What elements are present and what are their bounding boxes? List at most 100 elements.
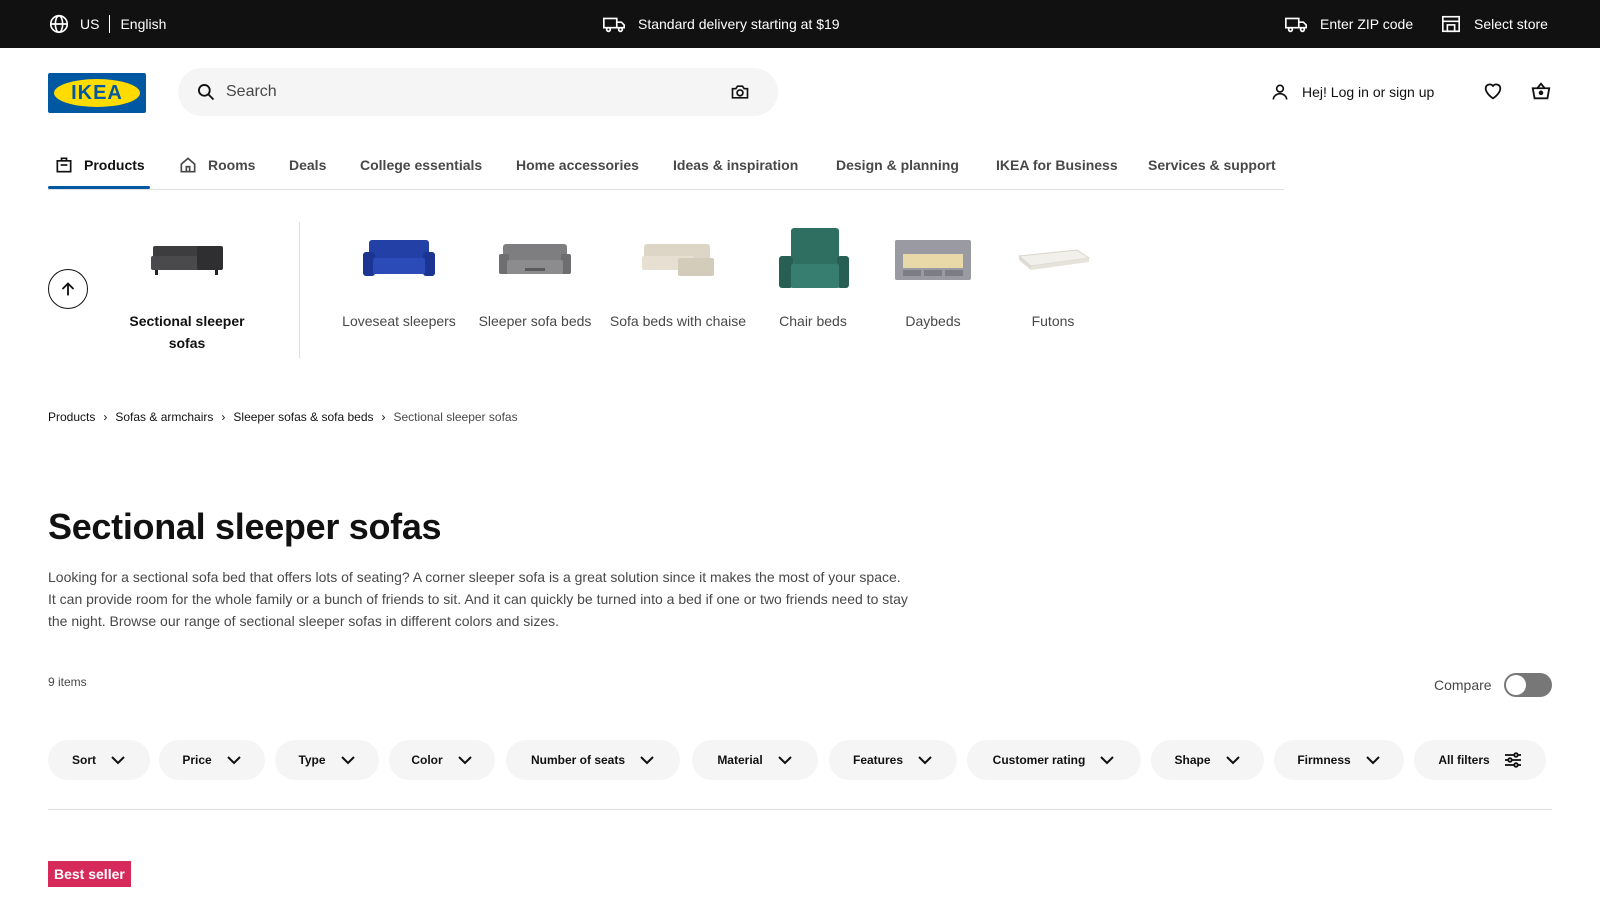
back-up-button[interactable] bbox=[48, 269, 88, 309]
category-label: Sofa beds with chaise bbox=[609, 313, 747, 329]
category-current-label: Sectional sleeper sofas bbox=[129, 313, 245, 351]
breadcrumb-link[interactable]: Products bbox=[48, 410, 95, 424]
category-sofa-beds-with-chaise[interactable]: Sofa beds with chaise bbox=[603, 228, 753, 332]
breadcrumb-link[interactable]: Sleeper sofas & sofa beds bbox=[233, 410, 373, 424]
heart-icon[interactable] bbox=[1482, 80, 1504, 102]
country-code: US bbox=[80, 16, 100, 32]
filter-number-of-seats[interactable]: Number of seats bbox=[506, 740, 680, 780]
chevron-down-icon bbox=[777, 755, 793, 765]
store-icon bbox=[1440, 14, 1462, 34]
filter-features[interactable]: Features bbox=[829, 740, 957, 780]
breadcrumb: Products › Sofas & armchairs › Sleeper s… bbox=[48, 408, 518, 426]
tab-ikea-for-business[interactable]: IKEA for Business bbox=[996, 140, 1118, 189]
search-icon bbox=[196, 82, 216, 102]
filter-label: Type bbox=[298, 753, 326, 767]
category-label: Sleeper sofa beds bbox=[478, 313, 592, 329]
locale-selector[interactable]: US English bbox=[48, 0, 166, 48]
chevron-down-icon bbox=[340, 755, 356, 765]
zip-code-label: Enter ZIP code bbox=[1320, 16, 1414, 32]
tab-services-support[interactable]: Services & support bbox=[1148, 140, 1276, 189]
tab-home-accessories[interactable]: Home accessories bbox=[516, 140, 639, 189]
compare-label: Compare bbox=[1434, 677, 1492, 693]
main-nav: Products Rooms Deals College essentials … bbox=[48, 140, 1284, 190]
chevron-down-icon bbox=[226, 755, 242, 765]
tab-products-label: Products bbox=[84, 156, 145, 173]
tab-products[interactable]: Products bbox=[54, 140, 145, 189]
login-label: Hej! Log in or sign up bbox=[1302, 84, 1435, 100]
chevron-down-icon bbox=[1099, 755, 1115, 765]
filter-label: Sort bbox=[72, 753, 96, 767]
chevron-down-icon bbox=[917, 755, 933, 765]
tab-design-planning-label: Design & planning bbox=[836, 156, 959, 173]
chevron-down-icon bbox=[1365, 755, 1381, 765]
chevron-down-icon bbox=[1225, 755, 1241, 765]
tab-rooms-label: Rooms bbox=[208, 156, 256, 173]
truck-icon bbox=[602, 14, 626, 34]
language-label: English bbox=[120, 16, 167, 32]
locale-separator bbox=[109, 15, 111, 33]
select-store-label: Select store bbox=[1474, 16, 1548, 32]
filter-label: Shape bbox=[1174, 753, 1211, 767]
compare-toggle[interactable]: Compare bbox=[1434, 672, 1552, 698]
filter-type[interactable]: Type bbox=[275, 740, 379, 780]
delivery-text: Standard delivery starting at $19 bbox=[638, 16, 840, 32]
sectional-sofa-thumbnail bbox=[151, 246, 223, 275]
tab-design-planning[interactable]: Design & planning bbox=[836, 140, 959, 189]
filter-label: Color bbox=[411, 753, 443, 767]
chair-bed-thumbnail bbox=[779, 228, 849, 288]
category-loveseat-sleepers[interactable]: Loveseat sleepers bbox=[324, 228, 474, 332]
filter-color[interactable]: Color bbox=[389, 740, 495, 780]
daybed-thumbnail bbox=[895, 240, 971, 280]
arrow-up-icon bbox=[57, 278, 79, 300]
filter-all-filters[interactable]: All filters bbox=[1414, 740, 1546, 780]
globe-icon bbox=[48, 13, 70, 35]
filter-sort[interactable]: Sort bbox=[48, 740, 150, 780]
login-button[interactable]: Hej! Log in or sign up bbox=[1270, 78, 1434, 106]
sleeper-sofa-thumbnail bbox=[499, 244, 571, 274]
filter-firmness[interactable]: Firmness bbox=[1274, 740, 1404, 780]
filter-label: Firmness bbox=[1297, 753, 1351, 767]
filter-price[interactable]: Price bbox=[159, 740, 265, 780]
ikea-logo[interactable]: IKEA bbox=[48, 73, 146, 113]
filter-label: Features bbox=[852, 753, 904, 767]
search-bar[interactable] bbox=[178, 68, 778, 116]
search-input[interactable] bbox=[226, 76, 726, 108]
camera-search-icon[interactable] bbox=[728, 80, 752, 104]
filter-shape[interactable]: Shape bbox=[1151, 740, 1264, 780]
page-description: Looking for a sectional sofa bed that of… bbox=[48, 569, 908, 629]
switch-knob bbox=[1505, 675, 1526, 695]
tab-ideas-inspiration[interactable]: Ideas & inspiration bbox=[673, 140, 798, 189]
tab-services-support-label: Services & support bbox=[1148, 156, 1276, 173]
page-title: Sectional sleeper sofas bbox=[48, 506, 442, 547]
filter-label: All filters bbox=[1438, 753, 1490, 767]
filter-customer-rating[interactable]: Customer rating bbox=[967, 740, 1141, 780]
truck-icon bbox=[1284, 14, 1308, 34]
shopping-bag-icon[interactable] bbox=[1530, 80, 1552, 102]
chevron-right-icon: › bbox=[221, 410, 226, 424]
category-divider bbox=[299, 222, 300, 358]
tab-deals[interactable]: Deals bbox=[289, 140, 326, 189]
user-icon bbox=[1270, 82, 1290, 102]
tab-college-essentials[interactable]: College essentials bbox=[360, 140, 482, 189]
filter-label: Number of seats bbox=[530, 753, 626, 767]
breadcrumb-link[interactable]: Sofas & armchairs bbox=[115, 410, 213, 424]
delivery-banner[interactable]: Standard delivery starting at $19 bbox=[602, 0, 840, 48]
tab-rooms[interactable]: Rooms bbox=[178, 140, 255, 189]
filter-material[interactable]: Material bbox=[692, 740, 818, 780]
category-sleeper-sofa-beds[interactable]: Sleeper sofa beds bbox=[460, 228, 610, 332]
breadcrumb-current: Sectional sleeper sofas bbox=[393, 410, 518, 424]
best-seller-badge: Best seller bbox=[48, 861, 131, 887]
category-futons[interactable]: Futons bbox=[978, 228, 1128, 332]
chevron-down-icon bbox=[110, 755, 126, 765]
zip-code-button[interactable]: Enter ZIP code bbox=[1284, 0, 1413, 48]
category-label: Loveseat sleepers bbox=[342, 313, 456, 329]
top-bar: US English Standard delivery starting at… bbox=[0, 0, 1600, 48]
category-current[interactable]: Sectional sleeper sofas bbox=[112, 228, 262, 354]
category-label: Futons bbox=[1031, 313, 1075, 329]
item-count: 9 items bbox=[48, 675, 87, 689]
select-store-button[interactable]: Select store bbox=[1440, 0, 1548, 48]
chevron-down-icon bbox=[457, 755, 473, 765]
chaise-sofa-thumbnail bbox=[642, 244, 714, 276]
compare-switch[interactable] bbox=[1503, 673, 1552, 697]
loveseat-thumbnail bbox=[363, 240, 435, 276]
